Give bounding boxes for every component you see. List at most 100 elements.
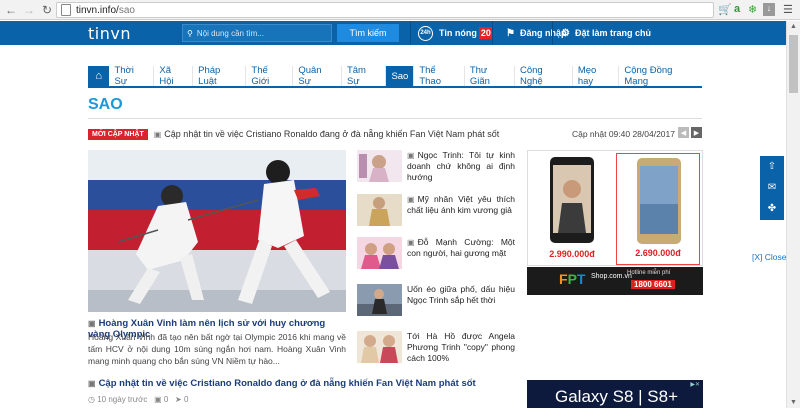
tab-thu-gian[interactable]: Thư Giãn [465,65,515,87]
reload-icon[interactable]: ↻ [40,3,54,17]
side-article-title[interactable]: Ngọc Trinh: Tôi tự kinh doanh chứ không … [407,150,515,182]
main-article-image[interactable] [88,150,346,312]
scroll-thumb[interactable] [789,35,798,93]
tab-quan-su[interactable]: Quân Sự [293,65,342,87]
side-article-title[interactable]: Uốn éo giữa phố, dấu hiệu Ngọc Trinh sắp… [407,284,515,305]
side-article[interactable]: ▣ Mỹ nhân Việt yêu thích chất liệu ánh ki… [357,194,515,228]
login-label: Đăng nhập [519,28,567,38]
side-article-thumbnail[interactable] [357,284,402,316]
side-article[interactable]: Tới Hà Hồ được Angela Phương Trinh "copy… [357,331,515,365]
search-button[interactable]: Tìm kiếm [337,24,399,42]
hot-news-label: Tin nóng [439,28,477,38]
close-ad-button[interactable]: [X] Close [752,252,787,262]
tab-phap-luat[interactable]: Pháp Luật [193,65,247,87]
floating-toolbar: ⇧ ✉ ✤ [760,156,784,220]
search-placeholder: Nội dung cần tìm... [196,28,265,38]
search-input[interactable]: ⚲ Nội dung cần tìm... [182,24,332,42]
camera-icon: ▣ [407,238,415,247]
site-logo[interactable]: tinvn [88,24,131,43]
camera-icon: ▣ [407,195,415,204]
camera-icon: ▣ [153,129,162,139]
fpt-shop-banner[interactable]: FPT Shop.com.vn Hotline miễn phí 1800 66… [527,267,703,295]
share-count: 0 [183,395,189,404]
cart-extension-icon[interactable]: 🛒 [718,3,732,16]
address-bar[interactable]: tinvn.info/sao [56,2,714,18]
side-article[interactable]: Uốn éo giữa phố, dấu hiệu Ngọc Trinh sắp… [357,284,515,318]
camera-icon: ▣ [88,379,96,388]
main-article-summary: Hoàng Xuân Vinh đã tạo nên bất ngờ tại O… [88,332,346,366]
clock-icon: ◷ [88,395,95,404]
mail-icon[interactable]: ✉ [760,177,784,198]
login-button[interactable]: ⚑ Đăng nhập [506,21,566,45]
tab-meo-hay[interactable]: Mẹo hay [573,65,620,87]
camera-icon: ▣ [407,151,415,160]
url-host: tinvn.info/ [76,4,119,16]
article-title-text: Cập nhật tin về việc Cristiano Ronaldo đ… [98,378,476,389]
phone-ad-item-selected[interactable]: 2.690.000đ [616,153,700,265]
share-count-icon: ➤ [175,395,182,404]
tab-cong-nghe[interactable]: Công Nghệ [515,65,573,87]
adchoices-icon[interactable]: ▶✕ [690,381,700,388]
hotline-number: 1800 6601 [631,280,675,289]
leaf-extension-icon[interactable]: ❄ [748,3,757,16]
page-title: SAO [88,96,123,113]
divider [492,21,493,45]
ticker-label: MỚI CẬP NHẬT [88,128,148,140]
ticker-link[interactable]: Cập nhật tin về việc Cristiano Ronaldo đ… [164,129,499,139]
share-icon[interactable]: ✤ [760,198,784,219]
article-title[interactable]: ▣ Cập nhật tin về việc Cristiano Ronaldo … [88,378,476,389]
comment-icon: ▣ [154,395,162,404]
ticker-next-icon[interactable]: ▶ [691,127,702,138]
menu-icon[interactable]: ☰ [783,3,793,16]
divider [88,118,702,119]
article-time: 10 ngày trước [97,395,148,404]
tab-thoi-su[interactable]: Thời Sự [109,65,155,87]
extension-icon[interactable]: a [734,3,740,15]
scroll-down-icon[interactable]: ▼ [790,399,797,406]
page-icon [61,4,71,16]
page-scrollbar[interactable]: ▲ ▼ [786,21,800,408]
tab-tam-su[interactable]: Tâm Sự [342,65,387,87]
scroll-top-icon[interactable]: ⇧ [760,156,784,177]
side-article-title[interactable]: Đỗ Mạnh Cường: Một con người, hai gương … [407,237,515,258]
forward-arrow-icon[interactable]: → [22,3,36,17]
scroll-up-icon[interactable]: ▲ [790,23,797,30]
hotline-label: Hotline miễn phí [627,270,671,276]
phone-price: 2.690.000đ [635,248,681,258]
tab-sao[interactable]: Sao [386,66,415,86]
tab-xa-hoi[interactable]: Xã Hội [154,65,194,87]
tab-cong-dong-mang[interactable]: Cộng Đồng Mạng [619,65,702,87]
galaxy-ad-banner[interactable]: Galaxy S8 | S8+ ▶✕ [527,380,703,408]
divider [410,21,411,45]
phone-ad-item[interactable]: 2.990.000đ [530,153,614,265]
url-path: sao [118,4,135,16]
side-article-title[interactable]: Tới Hà Hồ được Angela Phương Trinh "copy… [407,331,515,363]
login-icon: ⚑ [506,27,515,39]
search-icon: ⚲ [187,28,193,38]
side-article[interactable]: ▣ Đỗ Mạnh Cường: Một con người, hai gương… [357,237,515,271]
fpt-logo: FPT [559,271,586,287]
download-icon[interactable]: ↓ [763,3,775,16]
galaxy-ad-text: Galaxy S8 | S8+ [555,387,679,406]
home-icon[interactable]: ⌂ [88,66,110,86]
side-article[interactable]: ▣ Ngọc Trinh: Tôi tự kinh doanh chứ không… [357,150,515,184]
phone-price: 2.990.000đ [549,249,595,259]
hot-news-button[interactable]: 24h Tin nóng 20 [418,21,493,45]
side-article-thumbnail[interactable] [357,237,402,269]
side-article-thumbnail[interactable] [357,150,402,182]
hot-news-count: 20 [478,27,493,39]
set-homepage-button[interactable]: ⚙ Đặt làm trang chủ [561,21,651,45]
side-article-thumbnail[interactable] [357,194,402,226]
side-article-thumbnail[interactable] [357,331,402,363]
news-ticker: MỚI CẬP NHẬT ▣ Cập nhật tin về việc Cris… [88,127,702,141]
phone-ad[interactable]: 2.990.000đ 2.690.000đ [527,150,703,266]
ticker-prev-icon[interactable]: ◀ [678,127,689,138]
tab-the-thao[interactable]: Thể Thao [414,65,465,87]
gear-icon: ⚙ [561,27,570,39]
tab-the-gioi[interactable]: Thế Giới [246,65,294,87]
article-meta: ◷ 10 ngày trước ▣ 0 ➤ 0 [88,395,188,404]
clock-24h-icon: 24h [418,25,433,41]
side-article-title[interactable]: Mỹ nhân Việt yêu thích chất liệu ánh kim… [407,194,515,215]
back-arrow-icon[interactable]: ← [4,3,18,17]
comment-count: 0 [163,395,169,404]
